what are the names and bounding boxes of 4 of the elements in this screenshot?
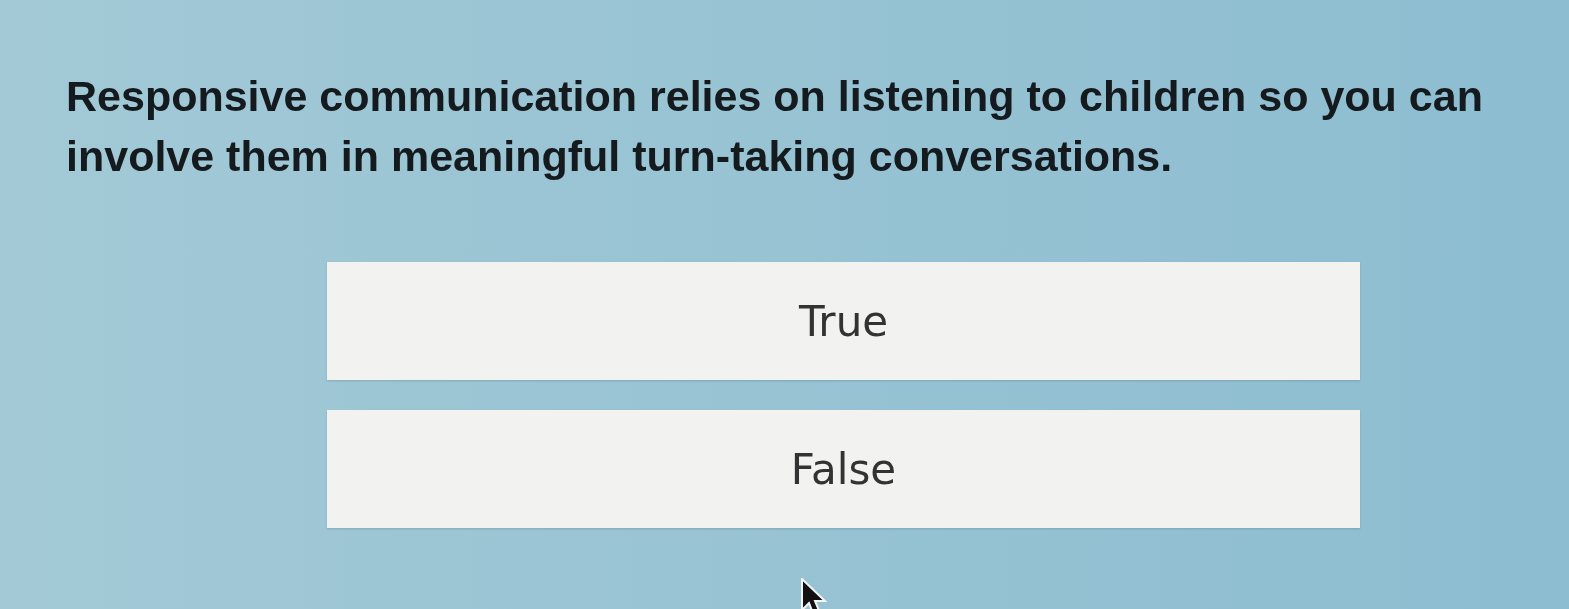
mouse-pointer-icon xyxy=(800,578,830,609)
answer-option[interactable]: True xyxy=(327,262,1360,380)
question-text: Responsive communication relies on listening to children so you can involve them in meaningful turn-taking conversations. xyxy=(66,71,1484,182)
answer-option[interactable]: False xyxy=(327,410,1360,528)
